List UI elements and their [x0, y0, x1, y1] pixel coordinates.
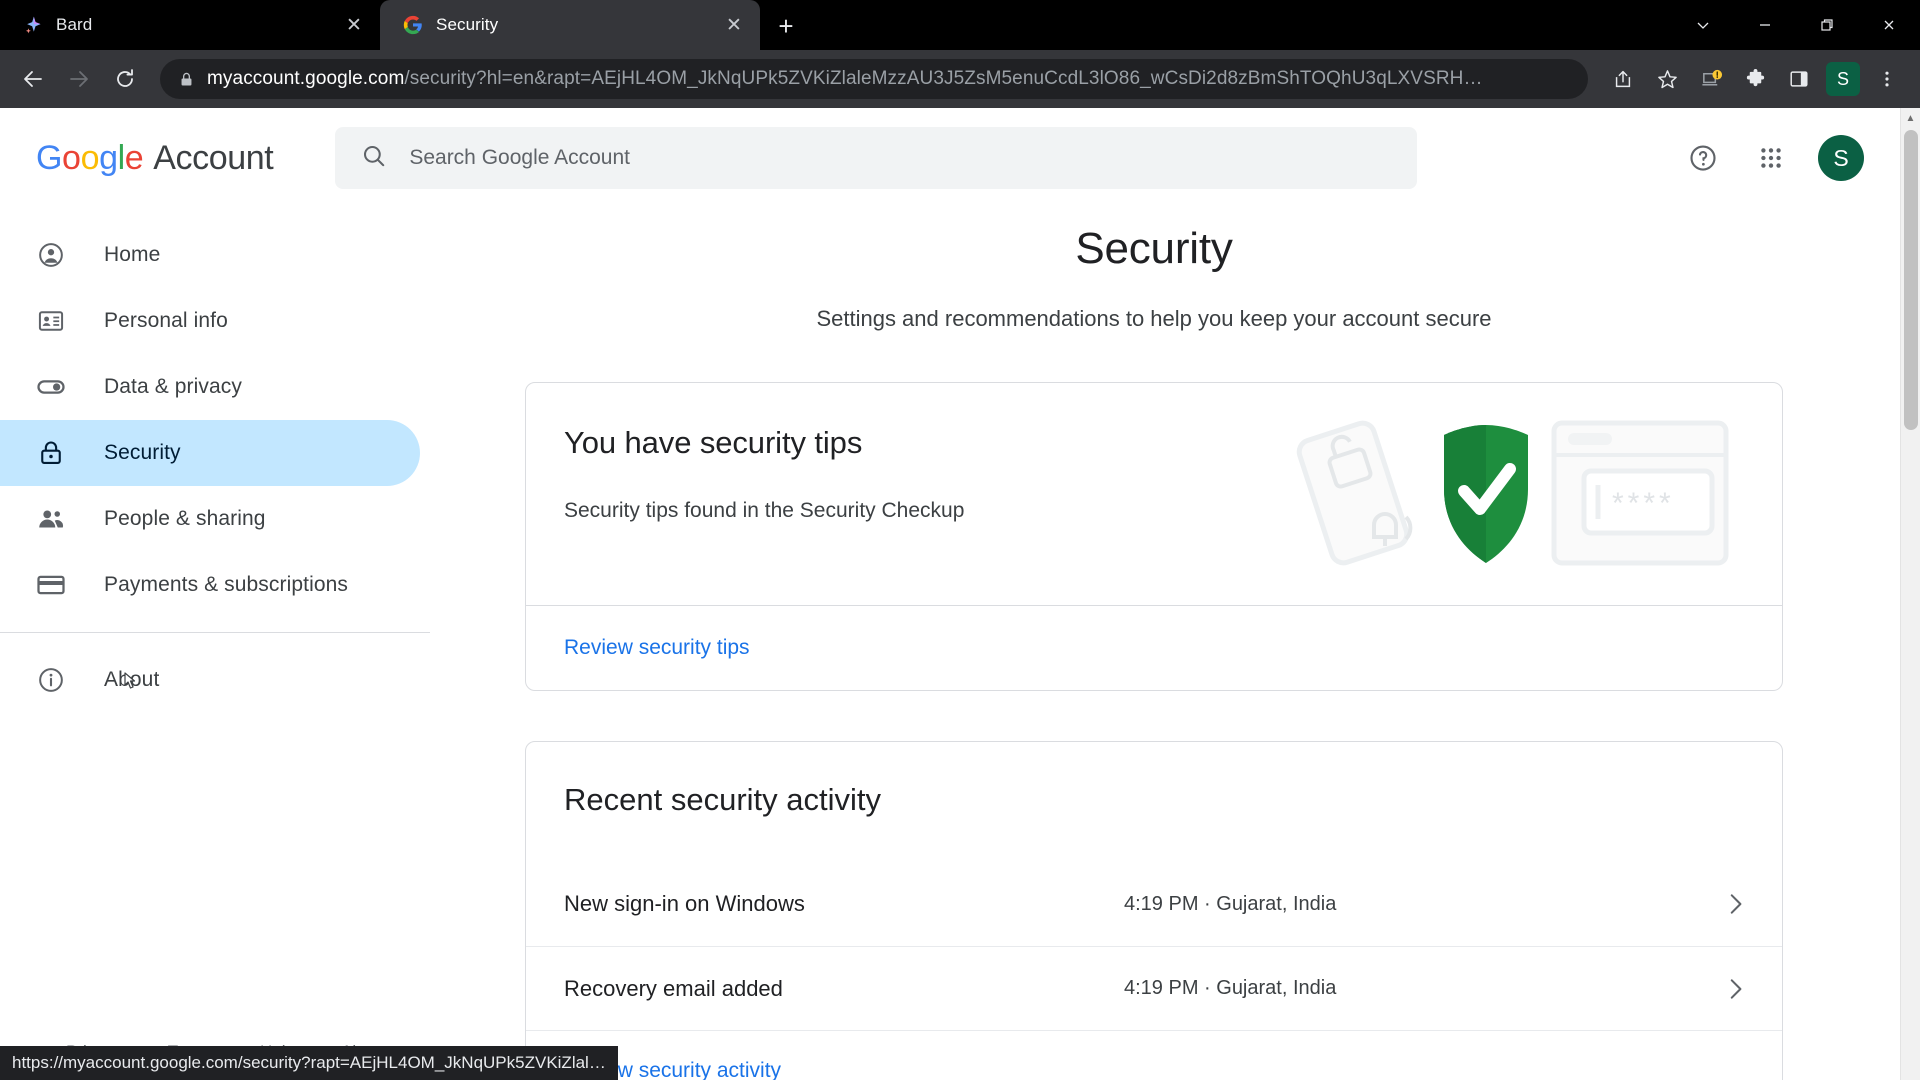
google-account-page: Google Account Search Google Account S H… — [0, 108, 1900, 1080]
status-bar-url: https://myaccount.google.com/security?ra… — [0, 1046, 618, 1080]
tab-label: Bard — [56, 15, 93, 34]
search-input[interactable] — [409, 146, 1392, 170]
security-tips-body: You have security tips Security tips fou… — [526, 383, 1782, 605]
main-content: Security Settings and recommendations to… — [430, 208, 1900, 1080]
window-controls — [1672, 0, 1920, 50]
sidebar-item-label: Data & privacy — [104, 375, 242, 398]
security-tips-card: You have security tips Security tips fou… — [525, 382, 1783, 691]
maximize-restore-icon[interactable] — [1796, 0, 1858, 50]
toolbar-actions: S — [1602, 58, 1908, 100]
security-tips-heading: You have security tips — [564, 425, 863, 460]
header-actions: S — [1682, 135, 1874, 181]
sidebar-item-personal-info[interactable]: Personal info — [0, 288, 430, 354]
scrollbar-thumb[interactable] — [1904, 130, 1918, 430]
people-icon — [36, 504, 66, 534]
page-viewport: Google Account Search Google Account S H… — [0, 108, 1920, 1080]
sidebar-item-payments-subscriptions[interactable]: Payments & subscriptions — [0, 552, 430, 618]
apps-grid-icon[interactable] — [1750, 137, 1792, 179]
browser-profile-icon[interactable]: S — [1826, 62, 1860, 96]
activity-meta: 4:19 PM · Gujarat, India — [1124, 892, 1337, 915]
tab-bard[interactable]: Bard ✕ — [0, 0, 380, 50]
sidebar-item-label: People & sharing — [104, 507, 266, 530]
tab-label: Security — [436, 15, 499, 34]
info-circle-icon — [36, 665, 66, 695]
page-title: Security — [1075, 224, 1233, 273]
url-path: /security?hl=en&rapt=AEjHL4OM_JkNqUPk5ZV… — [404, 68, 1483, 89]
back-icon[interactable] — [12, 58, 54, 100]
minimize-icon[interactable] — [1734, 0, 1796, 50]
tab-strip: Bard ✕ Security ✕ + — [0, 0, 1920, 50]
credit-card-icon — [36, 570, 66, 600]
recent-activity-heading: Recent security activity — [564, 782, 881, 817]
extensions-puzzle-icon[interactable] — [1734, 58, 1776, 100]
device-alert-icon[interactable] — [1690, 58, 1732, 100]
account-circle-icon — [36, 240, 66, 270]
chrome-menu-icon[interactable] — [1866, 58, 1908, 100]
side-panel-icon[interactable] — [1778, 58, 1820, 100]
url-text: myaccount.google.com/security?hl=en&rapt… — [207, 68, 1574, 90]
browser-window: Bard ✕ Security ✕ + myaccount.google.com… — [0, 0, 1920, 1080]
tab-search-chevron-down-icon[interactable] — [1672, 0, 1734, 50]
close-icon[interactable]: ✕ — [342, 13, 366, 37]
sidebar-item-security[interactable]: Security — [0, 420, 420, 486]
chevron-right-icon[interactable] — [1722, 976, 1748, 1002]
table-row[interactable]: Recovery email added 4:19 PM · Gujarat, … — [526, 946, 1782, 1030]
avatar[interactable]: S — [1818, 135, 1864, 181]
help-circle-icon[interactable] — [1682, 137, 1724, 179]
id-card-icon — [36, 306, 66, 336]
green-shield-checkmark-illustration: **** — [1296, 413, 1736, 578]
activity-meta: 4:19 PM · Gujarat, India — [1124, 977, 1337, 999]
lock-icon — [178, 71, 195, 88]
new-tab-button[interactable]: + — [766, 6, 806, 46]
lock-icon — [36, 438, 66, 468]
bookmark-star-icon[interactable] — [1646, 58, 1688, 100]
sidebar-item-people-sharing[interactable]: People & sharing — [0, 486, 430, 552]
page-subtitle: Settings and recommendations to help you… — [816, 306, 1492, 331]
address-bar[interactable]: myaccount.google.com/security?hl=en&rapt… — [160, 59, 1588, 99]
chevron-right-icon[interactable] — [1722, 891, 1748, 917]
recent-security-activity-card: Recent security activity New sign-in on … — [525, 741, 1783, 1080]
google-wordmark: Google — [36, 138, 144, 177]
tab-security[interactable]: Security ✕ — [380, 0, 760, 50]
table-row[interactable]: New sign-in on Windows 4:19 PM · Gujarat… — [526, 862, 1782, 946]
close-icon[interactable]: ✕ — [722, 13, 746, 37]
page-body: Home Personal info Data & privacy Securi… — [0, 208, 1900, 1080]
review-security-tips-link[interactable]: Review security tips — [564, 636, 750, 659]
activity-name: New sign-in on Windows — [564, 891, 805, 916]
close-window-icon[interactable] — [1858, 0, 1920, 50]
url-host: myaccount.google.com — [207, 68, 405, 89]
scroll-up-arrow-icon[interactable]: ▲ — [1901, 108, 1920, 128]
sidebar-divider — [0, 632, 430, 633]
reload-icon[interactable] — [104, 58, 146, 100]
forward-icon[interactable] — [58, 58, 100, 100]
google-account-logo[interactable]: Google Account — [36, 138, 274, 178]
activity-name: Recovery email added — [564, 975, 783, 1001]
sidebar-item-label: Home — [104, 243, 161, 266]
browser-toolbar: myaccount.google.com/security?hl=en&rapt… — [0, 50, 1920, 108]
account-wordmark: Account — [153, 138, 274, 177]
search-bar[interactable] — [335, 127, 1418, 189]
recent-activity-footer: Review security activity — [526, 1030, 1782, 1080]
bard-sparkle-icon — [22, 14, 44, 36]
sidebar-item-about[interactable]: About — [0, 647, 430, 713]
share-icon[interactable] — [1602, 58, 1644, 100]
sidebar: Home Personal info Data & privacy Securi… — [0, 208, 430, 1080]
sidebar-item-label: Security — [104, 441, 181, 464]
search-icon — [361, 143, 387, 174]
toggle-switch-icon — [36, 372, 66, 402]
sidebar-item-label: Payments & subscriptions — [104, 573, 349, 596]
page-scrollbar[interactable]: ▲ — [1900, 108, 1920, 1080]
mouse-cursor — [118, 671, 140, 704]
sidebar-item-home[interactable]: Home — [0, 222, 430, 288]
sidebar-item-data-privacy[interactable]: Data & privacy — [0, 354, 430, 420]
security-tips-footer: Review security tips — [526, 605, 1782, 690]
svg-text:****: **** — [1612, 487, 1675, 520]
google-g-icon — [402, 14, 424, 36]
account-header: Google Account Search Google Account S — [0, 108, 1900, 208]
security-tips-description: Security tips found in the Security Chec… — [564, 499, 965, 522]
sidebar-item-label: Personal info — [104, 309, 228, 332]
